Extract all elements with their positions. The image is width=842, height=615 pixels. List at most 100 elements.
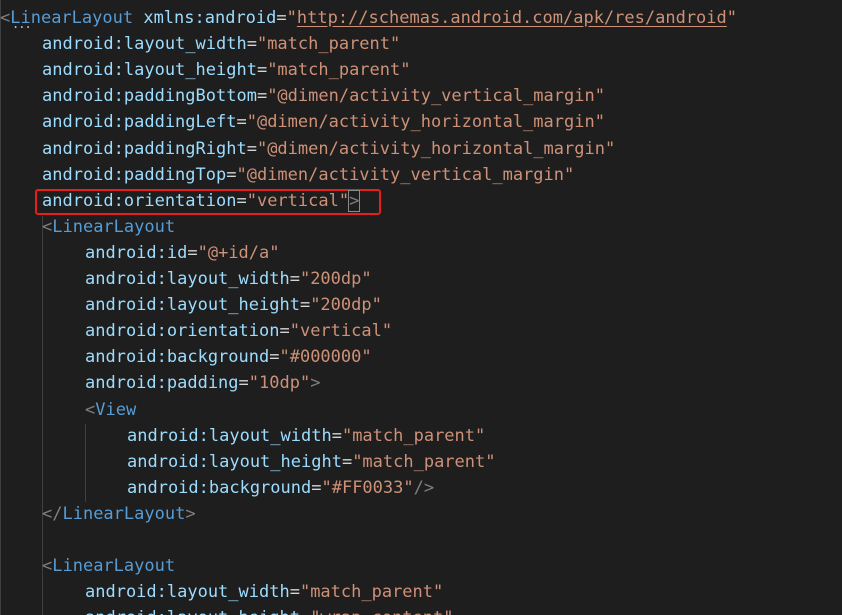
code-token: = bbox=[246, 34, 257, 55]
code-line[interactable]: android:background="#FF0033"/> bbox=[127, 475, 434, 501]
code-line[interactable]: android:layout_width="match_parent" bbox=[42, 31, 400, 57]
code-token: android:paddingBottom bbox=[42, 86, 257, 107]
code-token: "200dp" bbox=[310, 295, 382, 316]
code-line[interactable]: android:paddingTop="@dimen/activity_vert… bbox=[42, 162, 574, 188]
code-line[interactable]: android:background="#000000" bbox=[85, 344, 372, 370]
code-line[interactable]: android:layout_width="match_parent" bbox=[127, 423, 485, 449]
code-token: android:id bbox=[85, 242, 188, 263]
code-token: android:layout_width bbox=[85, 269, 290, 289]
code-token: android:padding bbox=[85, 373, 239, 394]
code-line[interactable]: <View bbox=[85, 397, 136, 423]
code-token: xmlns:android bbox=[143, 8, 277, 28]
code-token: > bbox=[310, 373, 321, 394]
code-token: = bbox=[269, 347, 280, 368]
code-token: > bbox=[185, 503, 196, 524]
code-token: = bbox=[341, 451, 353, 472]
code-token: android:layout_height bbox=[127, 451, 342, 472]
code-token: LinearLayout bbox=[62, 503, 186, 524]
code-token: "#FF0033" bbox=[321, 477, 414, 498]
code-token: = bbox=[331, 425, 342, 446]
code-token: = bbox=[276, 8, 287, 28]
indent-guide bbox=[85, 424, 86, 502]
code-token: android:layout_width bbox=[42, 34, 247, 55]
code-token: android:orientation bbox=[85, 321, 280, 342]
code-token: = bbox=[236, 190, 247, 211]
code-token: > bbox=[348, 189, 361, 212]
code-token: /> bbox=[413, 477, 435, 498]
code-token: "match_parent" bbox=[267, 60, 411, 81]
code-line[interactable]: android:paddingRight="@dimen/activity_ho… bbox=[42, 136, 615, 162]
code-token: " bbox=[726, 8, 738, 28]
code-token: "vertical" bbox=[289, 321, 393, 342]
code-token: android:layout_width bbox=[85, 582, 290, 603]
code-token: < bbox=[0, 8, 11, 28]
code-token: = bbox=[279, 321, 290, 342]
indent-guide bbox=[0, 0, 1, 615]
code-token: "match_parent" bbox=[352, 451, 496, 472]
code-token: http://schemas.android.com/apk/res/andro… bbox=[296, 8, 727, 28]
code-line[interactable]: </LinearLayout> bbox=[42, 501, 196, 527]
code-token: android:layout_width bbox=[127, 425, 332, 446]
code-token: < bbox=[85, 399, 96, 420]
code-token: " bbox=[286, 8, 297, 28]
code-line[interactable]: android:orientation="vertical" bbox=[85, 318, 392, 344]
code-token: = bbox=[246, 138, 257, 159]
code-token: "wrap_content" bbox=[310, 608, 453, 615]
code-line[interactable]: <LinearLayout bbox=[42, 214, 175, 240]
code-token: android:layout_height bbox=[85, 608, 300, 615]
code-editor[interactable]: ... <LinearLayout xmlns:android="http://… bbox=[0, 0, 842, 615]
code-line[interactable]: android:layout_height="match_parent" bbox=[127, 449, 495, 475]
code-token: LinearLayout bbox=[52, 216, 176, 237]
code-token: < bbox=[42, 556, 53, 577]
code-token: = bbox=[238, 373, 249, 394]
code-line[interactable]: android:orientation="vertical"> bbox=[42, 188, 361, 214]
code-token: "200dp" bbox=[299, 269, 372, 289]
code-token: = bbox=[311, 477, 322, 498]
code-token: "@dimen/activity_horizontal_margin" bbox=[256, 138, 616, 159]
code-token: "@dimen/activity_vertical_margin" bbox=[236, 164, 575, 185]
code-token: = bbox=[256, 86, 268, 107]
code-token: android:paddingRight bbox=[42, 138, 247, 159]
code-token: "@+id/a" bbox=[197, 242, 280, 263]
code-line[interactable]: android:layout_height="match_parent" bbox=[42, 57, 410, 83]
code-token: "match_parent" bbox=[256, 34, 401, 55]
code-token: = bbox=[187, 242, 198, 263]
code-token: android:background bbox=[85, 347, 270, 368]
code-token: < bbox=[42, 216, 53, 237]
code-token: LinearLayout bbox=[10, 8, 134, 28]
code-token: = bbox=[299, 295, 311, 316]
code-token: android:paddingLeft bbox=[42, 112, 237, 133]
code-token: "vertical" bbox=[246, 190, 350, 211]
code-line[interactable]: android:layout_height="wrap_content" bbox=[85, 605, 453, 615]
code-token: "@dimen/activity_vertical_margin" bbox=[267, 86, 605, 107]
code-token: = bbox=[256, 60, 268, 81]
code-line[interactable]: android:paddingBottom="@dimen/activity_v… bbox=[42, 83, 605, 109]
code-token: "@dimen/activity_horizontal_margin" bbox=[246, 112, 605, 133]
indent-guide bbox=[42, 580, 43, 615]
code-token: android:background bbox=[127, 477, 312, 498]
code-token: "match_parent" bbox=[341, 425, 486, 446]
code-token: android:paddingTop bbox=[42, 164, 227, 185]
code-line[interactable]: android:layout_width="match_parent" bbox=[85, 579, 443, 605]
code-line[interactable]: <LinearLayout xmlns:android="http://sche… bbox=[0, 5, 737, 31]
code-line[interactable]: <LinearLayout bbox=[42, 553, 175, 579]
code-token: android:orientation bbox=[42, 190, 237, 211]
code-token: = bbox=[300, 608, 310, 615]
code-token: "10dp" bbox=[248, 373, 311, 394]
code-token: = bbox=[236, 112, 247, 133]
code-line[interactable]: android:layout_width="200dp" bbox=[85, 266, 372, 292]
code-token: = bbox=[289, 582, 300, 603]
code-token: LinearLayout bbox=[52, 556, 176, 577]
code-token: "match_parent" bbox=[299, 582, 444, 603]
code-token: "#000000" bbox=[279, 347, 372, 368]
code-line[interactable]: android:paddingLeft="@dimen/activity_hor… bbox=[42, 109, 605, 135]
code-line[interactable]: android:id="@+id/a" bbox=[85, 240, 280, 266]
code-line[interactable]: android:layout_height="200dp" bbox=[85, 292, 382, 318]
code-token: = bbox=[226, 164, 237, 185]
code-token: android:layout_height bbox=[85, 295, 300, 316]
code-token: android:layout_height bbox=[42, 60, 257, 81]
code-line[interactable]: android:padding="10dp"> bbox=[85, 370, 320, 396]
code-token: View bbox=[95, 399, 137, 420]
code-token: = bbox=[289, 269, 300, 289]
